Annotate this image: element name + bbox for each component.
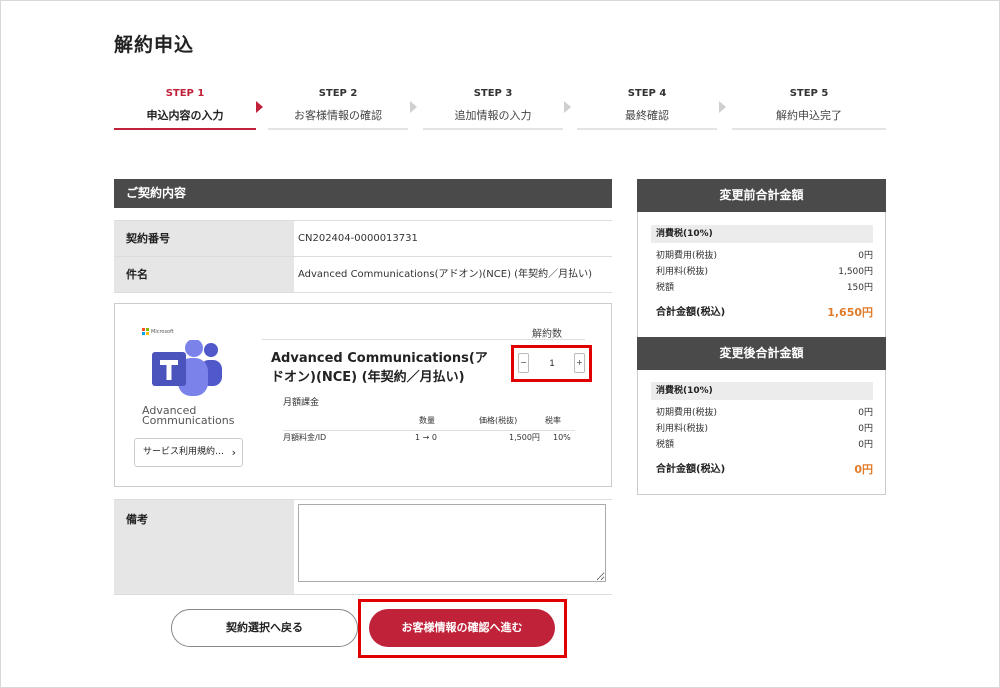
step-number: STEP 3	[473, 88, 513, 99]
step-bar	[423, 128, 563, 130]
step-label: 解約申込完了	[776, 109, 842, 122]
row-value: 0円	[858, 251, 873, 261]
step-label: 追加情報の入力	[454, 109, 532, 122]
quantity-highlight: − +	[511, 345, 592, 382]
table-row: 月額料金/ID 1 → 0 1,500円 10%	[283, 430, 575, 444]
after-total-row: 合計金額(税込) 0円	[656, 461, 873, 479]
step-5: STEP 5 解約申込完了	[732, 86, 886, 130]
row-value: 0円	[858, 440, 873, 450]
table-row: 契約番号 CN202404-0000013731	[114, 221, 612, 257]
step-bar	[114, 128, 256, 130]
row-label: 初期費用(税抜)	[656, 251, 718, 261]
before-total-row: 合計金額(税込) 1,650円	[656, 304, 873, 322]
row-label: 利用料(税抜)	[656, 267, 709, 277]
quantity-stepper[interactable]: − +	[518, 353, 585, 373]
brand-name: Microsoft	[151, 328, 174, 335]
back-to-contract-selection-button[interactable]: 契約選択へ戻る	[171, 609, 358, 647]
row-label: 利用料(税抜)	[656, 424, 709, 434]
step-label: お客様情報の確認	[294, 109, 382, 122]
after-total-header: 変更後合計金額	[637, 337, 886, 370]
teams-icon	[152, 340, 222, 396]
remarks-textarea[interactable]	[298, 504, 606, 582]
microsoft-logo-icon	[142, 328, 149, 335]
step-label: 最終確認	[625, 109, 669, 122]
price-header: 価格(税抜)	[479, 416, 518, 425]
price-qty: 1 → 0	[415, 433, 437, 442]
contract-number-label: 契約番号	[114, 221, 294, 256]
step-3: STEP 3 追加情報の入力	[423, 86, 563, 130]
price-item: 月額料金/ID	[283, 433, 327, 442]
quantity-input[interactable]	[532, 353, 572, 373]
step-arrow-icon	[410, 101, 417, 113]
row-label: 初期費用(税抜)	[656, 408, 718, 418]
contract-section-header: ご契約内容	[114, 179, 612, 208]
after-usage-fee-row: 利用料(税抜) 0円	[656, 422, 873, 436]
microsoft-logo: Microsoft	[142, 328, 174, 335]
page-title: 解約申込	[114, 34, 195, 56]
total-value: 0円	[854, 463, 873, 476]
chevron-right-icon: ›	[231, 446, 236, 459]
divider	[262, 339, 585, 340]
row-value: 1,500円	[838, 267, 873, 277]
after-tax-band: 消費税(10%)	[651, 382, 873, 400]
step-arrow-icon	[564, 101, 571, 113]
remarks-row: 備考	[114, 499, 612, 595]
subject-value: Advanced Communications(アドオン)(NCE) (年契約／…	[298, 269, 592, 280]
increment-button[interactable]: +	[574, 353, 585, 373]
contract-number-value: CN202404-0000013731	[298, 233, 418, 244]
qty-header: 数量	[419, 416, 435, 425]
total-value: 1,650円	[827, 306, 873, 319]
step-number: STEP 5	[789, 88, 829, 99]
proceed-to-customer-info-button[interactable]: お客様情報の確認へ進む	[369, 609, 555, 647]
remarks-cell	[294, 500, 612, 594]
before-tax-row: 税額 150円	[656, 281, 873, 295]
row-label: 税額	[656, 283, 675, 293]
step-bar	[268, 128, 408, 130]
price-value: 1,500円	[509, 433, 540, 442]
product-title: Advanced Communications(アドオン)(NCE) (年契約／…	[271, 351, 488, 385]
row-value: 150円	[846, 283, 873, 293]
row-value: 0円	[858, 408, 873, 418]
billing-type-label: 月額課金	[283, 398, 320, 408]
step-4: STEP 4 最終確認	[577, 86, 717, 130]
before-usage-fee-row: 利用料(税抜) 1,500円	[656, 265, 873, 279]
service-terms-button[interactable]: サービス利用規約… ›	[134, 438, 243, 467]
total-label: 合計金額(税込)	[656, 464, 726, 475]
step-label: 申込内容の入力	[146, 109, 224, 122]
price-summary-panel: 変更前合計金額 消費税(10%) 初期費用(税抜) 0円 利用料(税抜) 1,5…	[637, 179, 886, 495]
before-initial-fee-row: 初期費用(税抜) 0円	[656, 249, 873, 263]
step-number: STEP 1	[165, 88, 205, 99]
table-row: 件名 Advanced Communications(アドオン)(NCE) (年…	[114, 257, 612, 293]
step-2: STEP 2 お客様情報の確認	[268, 86, 408, 130]
step-number: STEP 2	[318, 88, 358, 99]
next-button-highlight: お客様情報の確認へ進む	[358, 599, 567, 658]
app-name: Advanced Communications	[142, 405, 235, 427]
cancel-quantity-caption: 解約数	[532, 329, 562, 340]
before-total-header: 変更前合計金額	[637, 179, 886, 212]
row-label: 税額	[656, 440, 675, 450]
price-tax-rate: 10%	[553, 433, 571, 442]
price-table-header: 数量 価格(税抜) 税率	[283, 414, 575, 428]
decrement-button[interactable]: −	[518, 353, 529, 373]
tax-rate-header: 税率	[545, 416, 561, 425]
app-name-line2: Communications	[142, 414, 235, 427]
step-number: STEP 4	[627, 88, 667, 99]
remarks-label: 備考	[114, 500, 294, 594]
total-label: 合計金額(税込)	[656, 307, 726, 318]
step-bar	[577, 128, 717, 130]
product-card: Microsoft Advanced Communications サービス利用…	[114, 303, 612, 487]
subject-label: 件名	[114, 257, 294, 292]
step-arrow-icon	[719, 101, 726, 113]
after-tax-row: 税額 0円	[656, 438, 873, 452]
step-arrow-icon	[256, 101, 263, 113]
step-1: STEP 1 申込内容の入力	[114, 86, 256, 130]
service-terms-label: サービス利用規約…	[143, 447, 225, 457]
progress-stepper: STEP 1 申込内容の入力 STEP 2 お客様情報の確認 STEP 3 追加…	[114, 86, 886, 130]
contract-info-table: 契約番号 CN202404-0000013731 件名 Advanced Com…	[114, 220, 612, 293]
step-bar	[732, 128, 886, 130]
before-tax-band: 消費税(10%)	[651, 225, 873, 243]
price-table: 数量 価格(税抜) 税率 月額料金/ID 1 → 0 1,500円 10%	[283, 414, 575, 444]
row-value: 0円	[858, 424, 873, 434]
after-initial-fee-row: 初期費用(税抜) 0円	[656, 406, 873, 420]
